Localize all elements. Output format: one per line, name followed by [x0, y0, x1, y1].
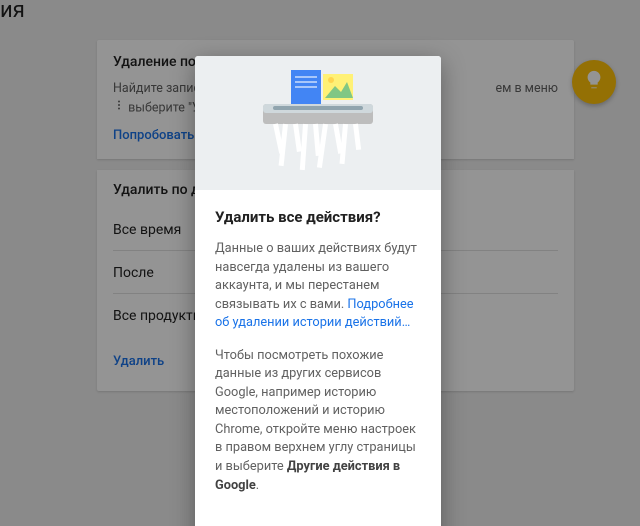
dialog-body: Удалить все действия? Данные о ваших дей…	[195, 190, 441, 515]
shredder-icon	[233, 68, 403, 178]
confirm-delete-button[interactable]: Удалить	[360, 519, 433, 526]
dialog-p2-before: Чтобы посмотреть похожие данные из други…	[215, 348, 416, 474]
dialog-p2-after: .	[256, 478, 259, 493]
shredder-illustration	[195, 56, 441, 190]
confirm-delete-dialog: Удалить все действия? Данные о ваших дей…	[195, 56, 441, 526]
dialog-paragraph-1: Данные о ваших действиях будут навсегда …	[215, 240, 421, 333]
dialog-title: Удалить все действия?	[215, 208, 421, 226]
dialog-actions: Отмена Удалить	[195, 515, 441, 526]
cancel-button[interactable]: Отмена	[283, 519, 351, 526]
page-root: ия Удаление по темам или Найдите запись …	[0, 0, 640, 526]
dialog-paragraph-2: Чтобы посмотреть похожие данные из други…	[215, 347, 421, 495]
